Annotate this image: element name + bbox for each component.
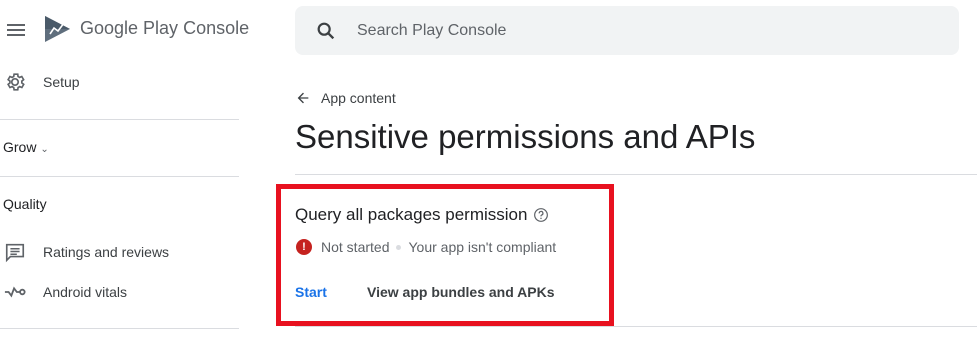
back-link-app-content[interactable]: App content [295,90,396,106]
brand-name: Google Play Console [80,18,249,39]
status-text: Not started [321,239,390,255]
page-title: Sensitive permissions and APIs [295,118,756,155]
back-link-label: App content [321,90,396,106]
sidebar-section-quality: Quality [3,196,47,212]
search-icon[interactable] [315,20,337,42]
search-bar[interactable] [295,6,959,55]
arrow-back-icon [297,92,309,104]
status-row: ! Not started Your app isn't compliant [296,239,556,255]
sidebar-divider [0,328,239,329]
sidebar-section-grow[interactable]: Grow ⌄ [3,139,49,155]
view-app-bundles-button[interactable]: View app bundles and APKs [367,284,554,300]
card-title: Query all packages permission [295,205,549,225]
brand-primary: Google Play [80,18,179,38]
sidebar-divider [0,176,239,177]
content-divider [295,326,977,327]
brand-secondary: Console [183,18,250,38]
sidebar-item-label: Android vitals [43,284,128,300]
compliance-text: Your app isn't compliant [408,239,557,255]
error-icon: ! [296,239,312,255]
hamburger-menu-icon[interactable] [6,21,26,39]
section-label-grow: Grow [3,139,37,155]
start-button[interactable]: Start [295,284,327,300]
sidebar-divider [0,119,239,120]
gear-icon [4,71,26,93]
search-input[interactable] [355,20,919,41]
sidebar-item-label: Ratings and reviews [43,244,170,260]
sidebar-item-label: Setup [43,74,80,90]
comment-list-icon [4,241,26,263]
content-divider [295,174,977,175]
card-title-text: Query all packages permission [295,205,528,224]
separator-dot [396,244,402,250]
chevron-down-icon: ⌄ [40,144,49,155]
section-label-quality: Quality [3,196,47,212]
sidebar-item-ratings[interactable]: Ratings and reviews [0,241,169,263]
sidebar-item-setup[interactable]: Setup [0,71,80,93]
app-root: Google Play Console Setup Grow ⌄ Quality… [0,0,977,338]
sidebar-item-android-vitals[interactable]: Android vitals [0,281,127,303]
help-icon[interactable] [533,207,549,223]
play-console-logo[interactable] [43,14,72,44]
vitals-pulse-icon [4,281,26,303]
